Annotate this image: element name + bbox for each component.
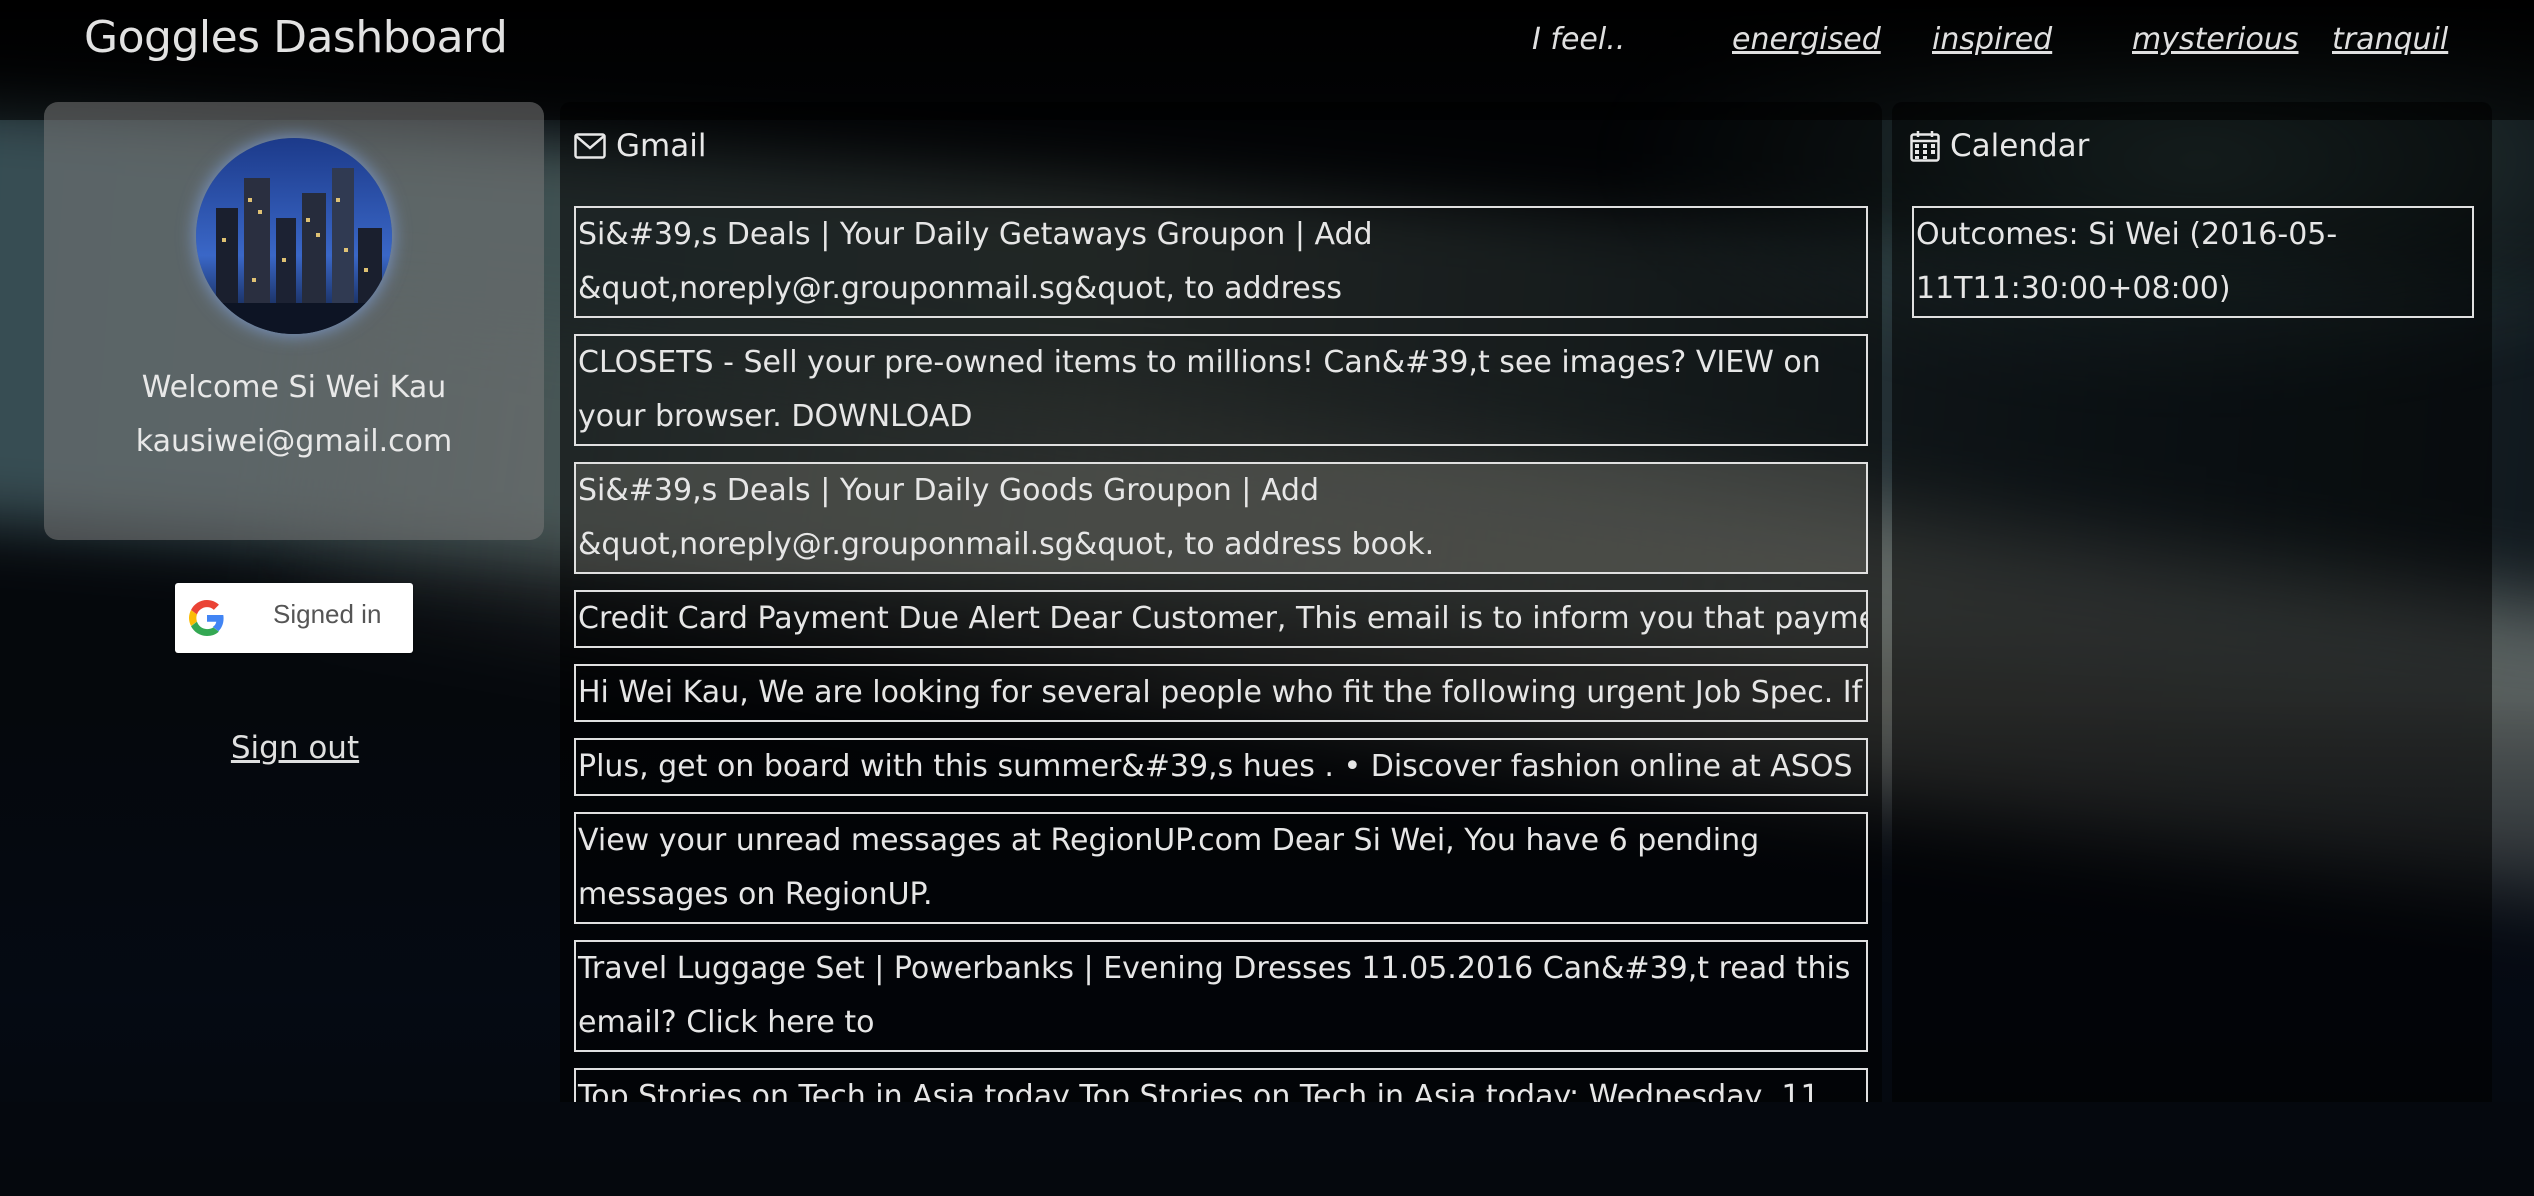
calendar-icon	[1910, 131, 1940, 162]
email-item[interactable]: Hi Wei Kau, We are looking for several p…	[574, 664, 1868, 722]
envelope-icon	[574, 133, 606, 159]
sign-out-link[interactable]: Sign out	[0, 730, 590, 766]
email-item[interactable]: Plus, get on board with this summer&#39,…	[574, 738, 1868, 796]
mood-prompt: I feel..	[1532, 22, 1626, 57]
top-navbar: Goggles Dashboard I feel.. energised ins…	[0, 0, 2534, 90]
calendar-title: Calendar	[1910, 128, 2089, 164]
calendar-title-label: Calendar	[1950, 128, 2090, 164]
avatar	[196, 138, 392, 334]
email-item[interactable]: Top Stories on Tech in Asia today Top St…	[574, 1068, 1868, 1102]
gmail-title: Gmail	[574, 128, 706, 164]
profile-card: Welcome Si Wei Kau kausiwei@gmail.com	[44, 102, 544, 540]
mood-link-mysterious[interactable]: mysterious	[2132, 22, 2299, 57]
mood-link-energised[interactable]: energised	[1732, 22, 1881, 57]
mood-link-inspired[interactable]: inspired	[1932, 22, 2052, 57]
email-item[interactable]: Travel Luggage Set | Powerbanks | Evenin…	[574, 940, 1868, 1052]
calendar-event[interactable]: Outcomes: Si Wei (2016-05-11T11:30:00+08…	[1912, 206, 2474, 318]
gmail-panel: Gmail Si&#39,s Deals | Your Daily Getawa…	[560, 102, 1882, 1102]
email-item[interactable]: Credit Card Payment Due Alert Dear Custo…	[574, 590, 1868, 648]
email-item[interactable]: View your unread messages at RegionUP.co…	[574, 812, 1868, 924]
google-signin-button[interactable]: Signed in	[175, 583, 413, 653]
welcome-text: Welcome Si Wei Kau	[141, 370, 447, 405]
mood-link-tranquil[interactable]: tranquil	[2332, 22, 2448, 57]
calendar-panel: Calendar Outcomes: Si Wei (2016-05-11T11…	[1892, 102, 2492, 1102]
signin-label: Signed in	[273, 599, 382, 629]
brand-title[interactable]: Goggles Dashboard	[84, 12, 508, 63]
gmail-title-label: Gmail	[616, 128, 707, 164]
google-logo-icon	[189, 600, 224, 636]
footer-shade	[0, 1102, 2534, 1196]
email-item[interactable]: Si&#39,s Deals | Your Daily Goods Groupo…	[574, 462, 1868, 574]
email-item[interactable]: CLOSETS - Sell your pre-owned items to m…	[574, 334, 1868, 446]
user-email: kausiwei@gmail.com	[135, 424, 453, 459]
email-item[interactable]: Si&#39,s Deals | Your Daily Getaways Gro…	[574, 206, 1868, 318]
